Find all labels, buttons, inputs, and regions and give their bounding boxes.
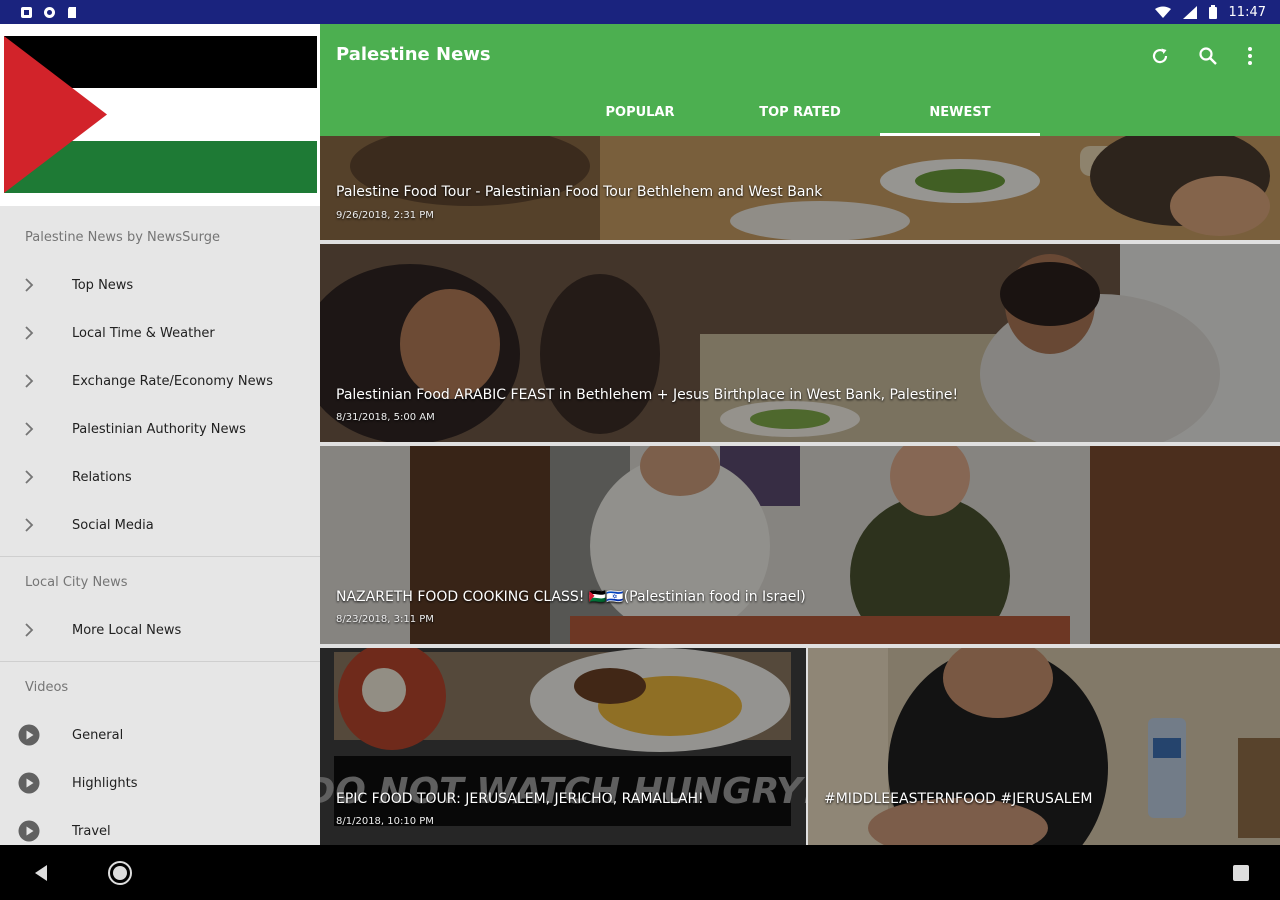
news-card[interactable]: #MIDDLEEASTERNFOOD #JERUSALEM <box>808 648 1280 845</box>
drawer-item-top-news[interactable]: Top News <box>0 261 320 309</box>
drawer-divider <box>0 556 320 557</box>
drawer-item-exchange-rate[interactable]: Exchange Rate/Economy News <box>0 357 320 405</box>
tab-top-rated[interactable]: TOP RATED <box>720 88 880 136</box>
tab-popular[interactable]: POPULAR <box>560 88 720 136</box>
palestine-flag-icon <box>4 36 317 193</box>
notification-icon <box>21 6 32 18</box>
card-title: Palestinian Food ARABIC FEAST in Bethleh… <box>336 387 959 403</box>
app-bar: Palestine News POPULAR TOP RATED NEWEST <box>320 24 1280 136</box>
card-title: Palestine Food Tour - Palestinian Food T… <box>336 184 823 200</box>
drawer-item-highlights[interactable]: Highlights <box>0 759 320 807</box>
card-date: 8/31/2018, 5:00 AM <box>336 412 435 423</box>
drawer-header <box>0 24 320 206</box>
news-feed: Palestine Food Tour - Palestinian Food T… <box>320 136 1280 845</box>
drawer-item-label: General <box>72 727 124 743</box>
tab-bar: POPULAR TOP RATED NEWEST <box>560 88 1040 136</box>
drawer-item-palestinian-authority[interactable]: Palestinian Authority News <box>0 405 320 453</box>
news-card[interactable]: Palestine Food Tour - Palestinian Food T… <box>320 136 1280 240</box>
card-title: #MIDDLEEASTERNFOOD #JERUSALEM <box>824 791 1093 807</box>
drawer-item-label: Travel <box>72 823 111 839</box>
status-bar: 11:47 <box>0 0 1280 24</box>
play-circle-icon <box>18 724 40 746</box>
more-vert-icon[interactable] <box>1238 44 1262 68</box>
drawer-item-local-time-weather[interactable]: Local Time & Weather <box>0 309 320 357</box>
app-title: Palestine News <box>336 44 491 65</box>
drawer-section-title: Palestine News by NewsSurge <box>25 230 221 245</box>
sd-card-icon <box>68 6 76 18</box>
drawer-item-travel[interactable]: Travel <box>0 807 320 845</box>
drawer-section-title: Local City News <box>25 575 128 590</box>
drawer-item-label: More Local News <box>72 622 182 638</box>
status-time: 11:47 <box>1228 4 1266 20</box>
drawer-item-label: Social Media <box>72 517 154 533</box>
drawer-item-relations[interactable]: Relations <box>0 453 320 501</box>
card-date: 9/26/2018, 2:31 PM <box>336 210 434 221</box>
sync-notification-icon <box>44 6 55 18</box>
battery-icon <box>1208 5 1217 19</box>
news-card[interactable]: NAZARETH FOOD COOKING CLASS! 🇵🇸🇮🇱(Palest… <box>320 446 1280 644</box>
chevron-right-icon <box>18 466 40 488</box>
drawer-item-label: Palestinian Authority News <box>72 421 246 437</box>
drawer-item-label: Relations <box>72 469 132 485</box>
drawer-item-more-local-news[interactable]: More Local News <box>0 606 320 654</box>
refresh-icon[interactable] <box>1148 44 1172 68</box>
navigation-drawer: Palestine News by NewsSurge Top News Loc… <box>0 24 320 845</box>
chevron-right-icon <box>18 418 40 440</box>
drawer-item-label: Top News <box>72 277 134 293</box>
play-circle-icon <box>18 772 40 794</box>
card-date: 8/1/2018, 10:10 PM <box>336 816 434 827</box>
drawer-section-title: Videos <box>25 680 69 695</box>
chevron-right-icon <box>18 322 40 344</box>
card-title: EPIC FOOD TOUR: JERUSALEM, JERICHO, RAMA… <box>336 791 704 807</box>
news-card[interactable]: DO NOT WATCH HUNGRY! EPIC FOOD TOUR: JER… <box>320 648 806 845</box>
drawer-item-social-media[interactable]: Social Media <box>0 501 320 549</box>
drawer-item-label: Exchange Rate/Economy News <box>72 373 273 389</box>
wifi-icon <box>1154 6 1171 18</box>
chevron-right-icon <box>18 514 40 536</box>
chevron-right-icon <box>18 619 40 641</box>
drawer-item-label: Highlights <box>72 775 138 791</box>
system-nav-bar <box>0 845 1280 900</box>
drawer-item-general[interactable]: General <box>0 711 320 759</box>
drawer-divider <box>0 661 320 662</box>
news-card[interactable]: Palestinian Food ARABIC FEAST in Bethleh… <box>320 244 1280 442</box>
back-button[interactable] <box>28 860 54 886</box>
chevron-right-icon <box>18 370 40 392</box>
overview-button[interactable] <box>1228 860 1254 886</box>
drawer-item-label: Local Time & Weather <box>72 325 215 341</box>
home-button[interactable] <box>107 860 133 886</box>
card-overlay <box>320 446 1280 644</box>
signal-icon <box>1182 5 1197 19</box>
card-date: 8/23/2018, 3:11 PM <box>336 614 434 625</box>
search-icon[interactable] <box>1196 44 1220 68</box>
card-title: NAZARETH FOOD COOKING CLASS! 🇵🇸🇮🇱(Palest… <box>336 589 806 605</box>
card-overlay <box>808 648 1280 845</box>
play-circle-icon <box>18 820 40 842</box>
tab-newest[interactable]: NEWEST <box>880 88 1040 136</box>
card-overlay <box>320 244 1280 442</box>
chevron-right-icon <box>18 274 40 296</box>
